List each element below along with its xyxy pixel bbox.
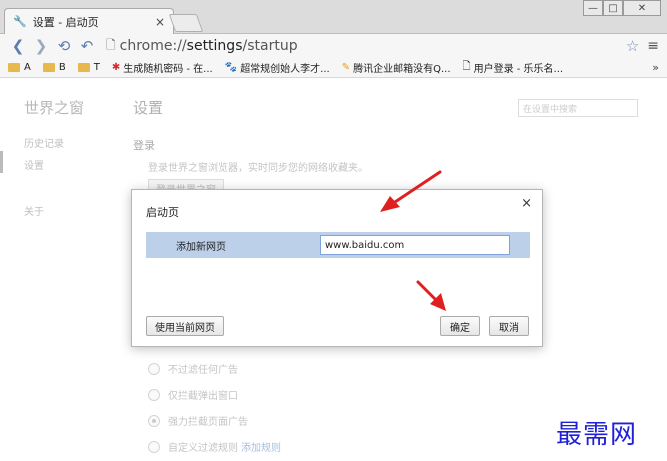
radio-button[interactable] xyxy=(148,440,160,453)
page-title: 设置 xyxy=(133,99,164,117)
radio-option[interactable]: 仅拦截弹出窗口 xyxy=(148,387,238,402)
sidebar-item-about[interactable]: 关于 xyxy=(24,203,44,218)
sidebar-active-indicator xyxy=(0,151,3,173)
site-favicon-icon: ✱ xyxy=(111,62,121,73)
login-section-text: 登录世界之窗浏览器，实时同步您的网络收藏夹。 xyxy=(148,163,368,174)
login-section-title: 登录 xyxy=(133,139,155,152)
minimize-icon[interactable]: — xyxy=(583,0,603,16)
bookmark-folder-b[interactable]: B xyxy=(42,62,66,73)
bookmark-user-login[interactable]: 🗋 用户登录 - 乐乐名... xyxy=(463,59,564,76)
bookmark-star-icon[interactable]: ☆ xyxy=(626,37,639,55)
wrench-icon: 🔧 xyxy=(13,15,27,28)
startup-page-row: 添加新网页 xyxy=(146,232,530,258)
add-rule-link[interactable]: 添加规则 xyxy=(241,439,281,454)
folder-icon xyxy=(8,63,20,72)
window-controls: — □ ✕ xyxy=(583,0,661,16)
url-text: chrome://settings/startup xyxy=(119,38,298,54)
sidebar-item-settings[interactable]: 设置 xyxy=(24,157,44,172)
startup-page-dialog: 启动页 × 添加新网页 使用当前网页 确定 取消 xyxy=(131,189,543,347)
window-close-icon[interactable]: ✕ xyxy=(623,0,661,16)
reload-icon[interactable]: ⟲ xyxy=(54,36,74,56)
tab-title: 设置 - 启动页 xyxy=(32,15,99,29)
bookmarks-bar: A B T ✱ 生成随机密码 - 在... 🐾 超常规创始人李才... ✎ 腾讯企业邮… xyxy=(0,58,667,78)
radio-option[interactable]: 不过滤任何广告 xyxy=(148,361,238,376)
tab-close-icon[interactable]: × xyxy=(155,15,165,29)
paw-icon: 🐾 xyxy=(224,62,238,73)
settings-search-input[interactable]: 在设置中搜索 xyxy=(518,99,638,117)
menu-icon[interactable]: ≡ xyxy=(647,38,659,54)
bookmark-password-generator[interactable]: ✱ 生成随机密码 - 在... xyxy=(112,60,213,75)
sidebar-item-history[interactable]: 历史记录 xyxy=(24,135,64,150)
page-icon: 🗋 xyxy=(106,37,116,52)
maximize-icon[interactable]: □ xyxy=(603,0,623,16)
folder-icon xyxy=(42,63,55,72)
add-new-page-label: 添加新网页 xyxy=(176,241,226,253)
cancel-button[interactable]: 取消 xyxy=(489,316,529,336)
tab-settings-startup[interactable]: 🔧 设置 - 启动页 × xyxy=(4,8,174,34)
back-icon[interactable]: ❮ xyxy=(8,36,28,56)
dialog-close-icon[interactable]: × xyxy=(521,196,532,211)
watermark: 最需网 xyxy=(556,420,638,450)
new-tab-button[interactable] xyxy=(168,14,204,32)
startup-url-input[interactable] xyxy=(320,235,510,255)
title-bar: 🔧 设置 - 启动页 × — □ ✕ xyxy=(0,0,667,34)
radio-button[interactable] xyxy=(148,362,160,375)
address-bar[interactable]: 🗋 chrome://settings/startup xyxy=(106,36,626,57)
bookmark-folder-a[interactable]: A xyxy=(8,62,31,73)
bookmark-founder[interactable]: 🐾 超常规创始人李才... xyxy=(225,60,330,75)
page-icon: 🗋 xyxy=(462,61,471,72)
radio-button[interactable] xyxy=(148,388,160,401)
bookmark-folder-t[interactable]: T xyxy=(77,62,100,73)
ok-button[interactable]: 确定 xyxy=(440,316,480,336)
radio-option[interactable]: 强力拦截页面广告 xyxy=(148,413,248,428)
brand-title: 世界之窗 xyxy=(24,99,85,117)
radio-option[interactable]: 自定义过滤规则 添加规则 xyxy=(148,439,281,454)
use-current-pages-button[interactable]: 使用当前网页 xyxy=(146,316,224,336)
navigation-toolbar: ❮ ❯ ⟲ ↶ 🗋 chrome://settings/startup ☆ ≡ xyxy=(0,34,667,58)
radio-button-checked[interactable] xyxy=(148,414,160,427)
forward-icon[interactable]: ❯ xyxy=(31,36,51,56)
folder-icon xyxy=(77,63,90,72)
bookmark-tencent-mail[interactable]: ✎ 腾讯企业邮箱没有Q... xyxy=(342,60,451,75)
undo-icon[interactable]: ↶ xyxy=(77,36,97,56)
more-bookmarks-icon[interactable]: » xyxy=(652,61,659,74)
dialog-title: 启动页 xyxy=(146,206,179,219)
site-favicon-icon: ✎ xyxy=(341,62,351,73)
